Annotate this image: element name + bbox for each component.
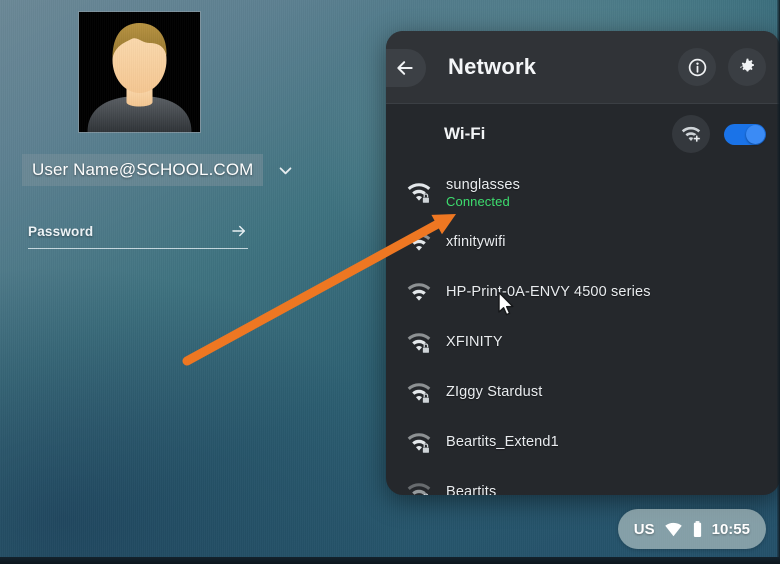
- system-tray[interactable]: US 10:55: [617, 509, 766, 549]
- network-list-item[interactable]: ZIggy Stardust: [386, 368, 780, 418]
- arrow-left-icon: [397, 61, 413, 75]
- keyboard-layout-indicator: US: [633, 520, 655, 538]
- wifi-section-header: Wi-Fi: [386, 104, 780, 164]
- arrow-right-icon[interactable]: [230, 222, 248, 240]
- network-text: sunglasses Connected: [446, 177, 520, 209]
- network-status: Connected: [446, 193, 510, 209]
- network-name: Beartits: [446, 484, 497, 495]
- username-value: User Name@SCHOOL.COM: [32, 160, 254, 179]
- wifi-locked-icon: [404, 378, 434, 408]
- network-list-item[interactable]: Beartits_Extend1: [386, 418, 780, 468]
- wifi-label: Wi-Fi: [444, 124, 486, 143]
- add-network-button[interactable]: [672, 115, 710, 153]
- network-text: Beartits: [446, 484, 496, 495]
- network-list: sunglasses Connected xfinitywifi HP-Print…: [386, 164, 780, 495]
- panel-header: Network: [386, 31, 780, 104]
- wifi-locked-icon: [404, 478, 434, 495]
- gear-icon: [739, 58, 754, 71]
- wifi-icon: [404, 278, 434, 308]
- chromebook-login-screen: User Name@SCHOOL.COM Password Network Wi…: [0, 0, 780, 564]
- network-name: ZIggy Stardust: [446, 384, 543, 401]
- settings-button[interactable]: [728, 48, 766, 86]
- network-list-item[interactable]: Beartits: [386, 468, 780, 495]
- wifi-icon: [664, 520, 683, 539]
- network-list-item[interactable]: XFINITY: [386, 318, 780, 368]
- info-button[interactable]: [678, 48, 716, 86]
- network-text: Beartits_Extend1: [446, 434, 559, 451]
- network-name: XFINITY: [446, 334, 503, 351]
- network-text: XFINITY: [446, 334, 503, 351]
- wifi-toggle[interactable]: [724, 123, 766, 145]
- avatar[interactable]: [78, 11, 201, 133]
- network-text: HP-Print-0A-ENVY 4500 series: [446, 284, 651, 301]
- password-field-group[interactable]: Password: [28, 222, 248, 249]
- network-text: xfinitywifi: [446, 234, 506, 251]
- network-name: xfinitywifi: [446, 234, 506, 251]
- wifi-icon: [404, 228, 434, 258]
- wifi-locked-icon: [404, 428, 434, 458]
- screen-bezel-bottom: [0, 557, 780, 564]
- wifi-locked-icon: [404, 328, 434, 358]
- network-text: ZIggy Stardust: [446, 384, 542, 401]
- clock: 10:55: [711, 520, 750, 538]
- network-list-item[interactable]: HP-Print-0A-ENVY 4500 series: [386, 268, 780, 318]
- battery-icon: [692, 520, 703, 539]
- username-row[interactable]: User Name@SCHOOL.COM: [22, 154, 292, 186]
- network-name: sunglasses: [446, 176, 521, 193]
- wifi-add-icon: [681, 126, 701, 143]
- username-field[interactable]: User Name@SCHOOL.COM: [22, 154, 264, 186]
- network-panel: Network Wi-Fi sunglasses Connected xfini…: [386, 31, 780, 495]
- network-list-item[interactable]: xfinitywifi: [386, 218, 780, 268]
- network-name: Beartits_Extend1: [446, 434, 559, 451]
- network-name: HP-Print-0A-ENVY 4500 series: [446, 284, 651, 301]
- network-list-item[interactable]: sunglasses Connected: [386, 168, 780, 218]
- password-label: Password: [28, 223, 94, 239]
- wifi-toggle-knob: [746, 124, 765, 144]
- back-button[interactable]: [386, 49, 426, 87]
- page-title: Network: [448, 54, 537, 79]
- header-actions: [678, 48, 766, 86]
- chevron-down-icon[interactable]: [277, 160, 294, 180]
- wifi-locked-icon: [404, 178, 434, 208]
- info-circle-icon: [688, 58, 706, 76]
